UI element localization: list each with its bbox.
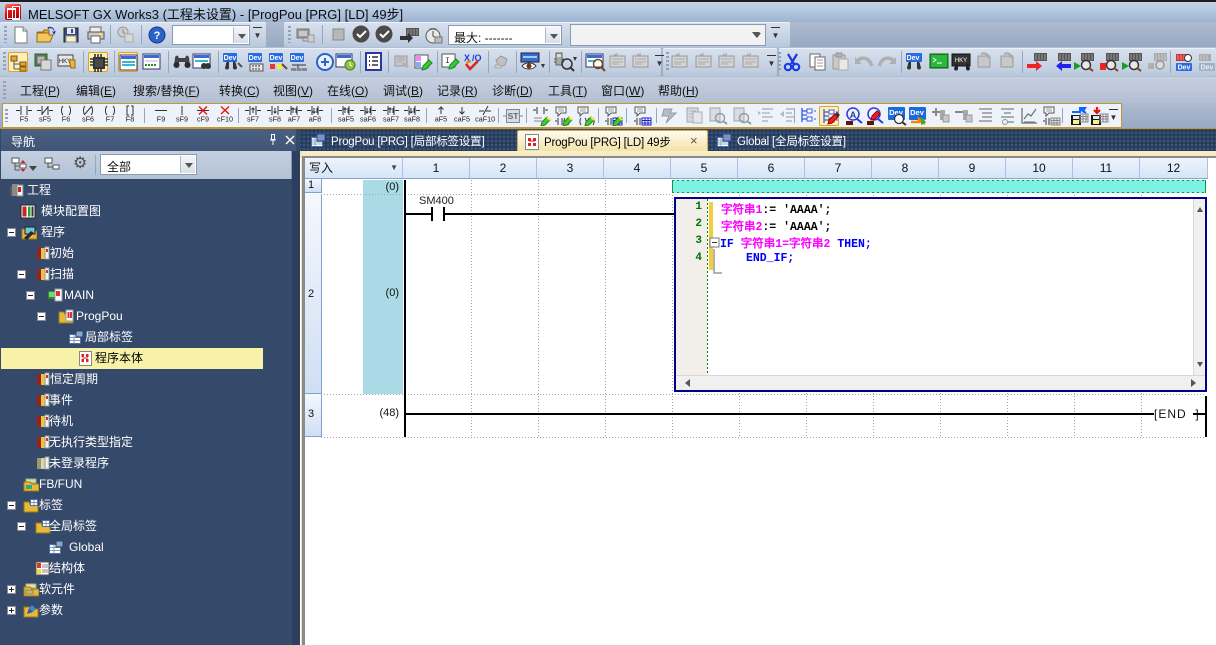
svg-text:Dev: Dev — [270, 55, 283, 62]
svg-text:HKY: HKY — [955, 58, 967, 64]
svg-text:Dev: Dev — [907, 55, 920, 62]
svg-text:Dev: Dev — [224, 55, 237, 62]
svg-text:I: I — [445, 57, 450, 66]
svg-text:Dev: Dev — [1201, 65, 1214, 72]
svg-text:Dev: Dev — [291, 55, 304, 62]
svg-text:Dev: Dev — [1178, 65, 1191, 72]
svg-text:ST: ST — [508, 111, 520, 121]
svg-text:Dev: Dev — [249, 55, 262, 62]
svg-text:A: A — [850, 110, 857, 120]
svg-text:Dev: Dev — [910, 108, 925, 117]
svg-text:?: ? — [154, 30, 161, 42]
